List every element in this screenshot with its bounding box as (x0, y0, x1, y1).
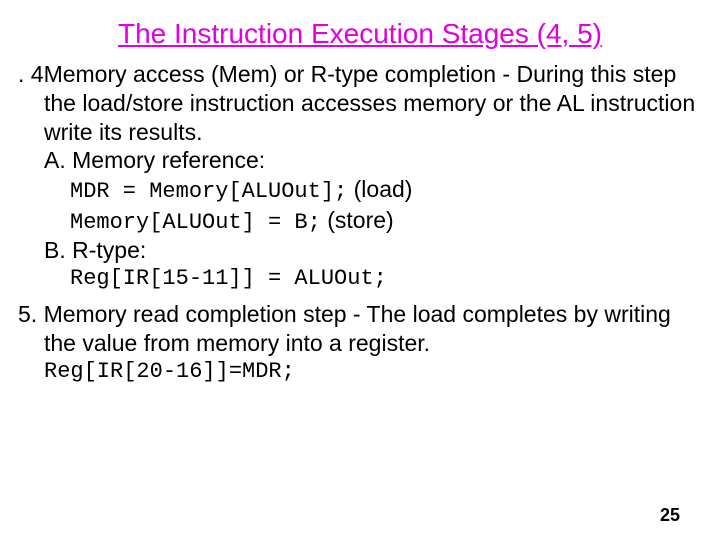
stage4-heading: . 4Memory access (Mem) or R-type complet… (44, 60, 702, 146)
mem-ref-label: A. Memory reference: (44, 146, 702, 175)
code-store: Memory[ALUOut] = B; (store) (70, 206, 702, 237)
code-store-mono: Memory[ALUOut] = B; (70, 210, 321, 235)
slide-title: The Instruction Execution Stages (4, 5) (18, 18, 702, 50)
code-load-note: (load) (347, 176, 412, 202)
code-load-mono: MDR = Memory[ALUOut]; (70, 179, 347, 204)
code-stage5: Reg[IR[20-16]]=MDR; (44, 358, 702, 386)
stage5-text: 5. Memory read completion step - The loa… (44, 300, 702, 358)
code-rtype: Reg[IR[15-11]] = ALUOut; (70, 265, 702, 293)
rtype-label: B. R-type: (44, 236, 702, 265)
page-number: 25 (660, 505, 680, 526)
slide-content: The Instruction Execution Stages (4, 5) … (0, 0, 720, 385)
slide-body: . 4Memory access (Mem) or R-type complet… (18, 60, 702, 385)
code-store-note: (store) (321, 207, 394, 233)
code-load: MDR = Memory[ALUOut]; (load) (70, 175, 702, 206)
